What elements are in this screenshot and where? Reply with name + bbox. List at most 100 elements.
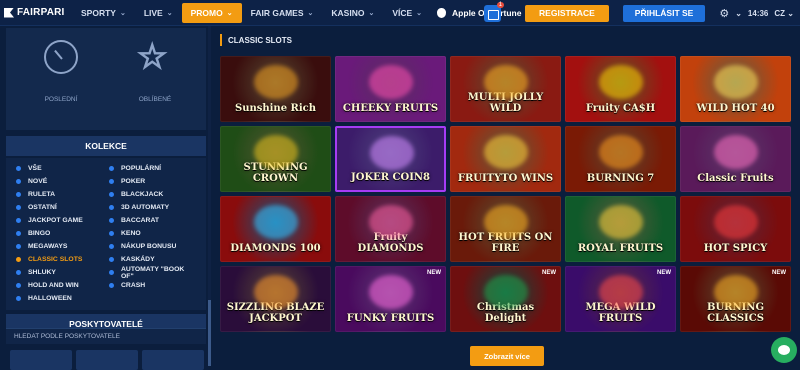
chat-bubble-icon[interactable] [771, 337, 797, 363]
collection-item[interactable]: CRASH [101, 279, 196, 292]
game-tile[interactable]: CHEEKY FRUITS [335, 56, 446, 122]
logo-text: FAIRPARI [17, 7, 65, 18]
collection-label: HALLOWEEN [28, 295, 72, 302]
collection-item[interactable]: POKER [101, 175, 196, 188]
provider-search[interactable]: HLEDAT PODLE POSKYTOVATELE [6, 328, 206, 344]
game-tile[interactable]: Sunshine Rich [220, 56, 331, 122]
game-artwork [254, 275, 298, 309]
collection-label: POPULÁRNÍ [121, 165, 162, 172]
logo-mark-icon [4, 7, 14, 18]
game-tile[interactable]: Fruity CA$H [565, 56, 676, 122]
bullet-icon [109, 270, 114, 275]
collection-item[interactable]: VŠE [8, 162, 103, 175]
game-artwork [484, 205, 528, 239]
game-artwork [714, 205, 758, 239]
gift-badge: 1 [496, 1, 505, 8]
bullet-icon [16, 218, 21, 223]
game-artwork [369, 205, 413, 239]
game-title: Fruity CA$H [585, 102, 656, 114]
game-tile[interactable]: FUNKY FRUITS NEW [335, 266, 446, 332]
collection-item[interactable]: HOLD AND WIN [8, 279, 103, 292]
game-tile[interactable]: STUNNING CROWN [220, 126, 331, 192]
game-tile[interactable]: ROYAL FRUITS [565, 196, 676, 262]
bullet-icon [16, 244, 21, 249]
nav-item-live[interactable]: LIVE ⌄ [135, 3, 182, 23]
game-tile[interactable]: BURNING 7 [565, 126, 676, 192]
game-artwork [599, 65, 643, 99]
logo[interactable]: FAIRPARI [0, 7, 72, 18]
favorite-label: OBLÍBENÉ [138, 96, 172, 103]
collection-item[interactable]: KASKÁDY [101, 253, 196, 266]
collection-label: JACKPOT GAME [28, 217, 83, 224]
game-tile[interactable]: Fruity DIAMONDS [335, 196, 446, 262]
collection-item[interactable]: POPULÁRNÍ [101, 162, 196, 175]
collection-item[interactable]: RULETA [8, 188, 103, 201]
collection-item[interactable]: BACCARAT [101, 214, 196, 227]
show-more-button[interactable]: Zobrazit více [470, 346, 544, 366]
settings-gear-icon[interactable]: ⚙ [719, 7, 729, 20]
nav-label: SPORTY [81, 7, 116, 18]
provider-tile[interactable] [76, 350, 138, 370]
main-nav: SPORTY ⌄ LIVE ⌄ PROMO ⌄ FAIR GAMES ⌄ KASINO ⌄ VÍCE… [72, 0, 431, 26]
game-title: DIAMONDS 100 [230, 242, 321, 254]
game-tile[interactable]: SIZZLING BLAZE JACKPOT [220, 266, 331, 332]
game-tile[interactable]: BURNING CLASSICSNEW [680, 266, 791, 332]
provider-tile[interactable] [142, 350, 204, 370]
nav-item-sporty[interactable]: SPORTY ⌄ [72, 3, 135, 23]
collection-item[interactable]: HALLOWEEN [8, 292, 103, 305]
nav-item-více[interactable]: VÍCE ⌄ [383, 3, 431, 23]
game-artwork [369, 65, 413, 99]
game-tile[interactable]: MULTI JOLLY WILD [450, 56, 561, 122]
game-tile[interactable]: JOKER COIN8 [335, 126, 446, 192]
game-tile[interactable]: WILD HOT 40 [680, 56, 791, 122]
language-select[interactable]: CZ ⌄ [774, 9, 794, 18]
game-title: FRUITYTO WINS [457, 172, 554, 184]
nav-item-fair-games[interactable]: FAIR GAMES ⌄ [242, 3, 323, 23]
collections-column-left: VŠE NOVÉ RULETA OSTATNÍ JACKPOT GAME BINGO MEG… [8, 162, 103, 305]
nav-item-kasino[interactable]: KASINO ⌄ [322, 3, 383, 23]
game-tile[interactable]: Christmas DelightNEW [450, 266, 561, 332]
collection-item[interactable]: NÁKUP BONUSU [101, 240, 196, 253]
section-title: CLASSIC SLOTS [220, 34, 292, 46]
game-artwork [370, 136, 414, 170]
game-tile[interactable]: HOT FRUITS ON FIRE [450, 196, 561, 262]
collection-item[interactable]: JACKPOT GAME [8, 214, 103, 227]
collection-label: KASKÁDY [121, 256, 155, 263]
collection-item[interactable]: CLASSIC SLOTS [8, 253, 103, 266]
bullet-icon [16, 296, 21, 301]
login-button[interactable]: PŘIHLÁSIT SE [622, 4, 706, 22]
collection-label: MEGAWAYS [28, 243, 68, 250]
bullet-icon [109, 166, 114, 171]
gift-icon[interactable]: 1 [484, 1, 505, 22]
chevron-down-icon: ⌄ [368, 9, 375, 17]
collection-item[interactable]: KENO [101, 227, 196, 240]
game-title: HOT SPICY [703, 242, 768, 254]
game-tile[interactable]: DIAMONDS 100 [220, 196, 331, 262]
sidebar-scroll-thumb[interactable] [208, 300, 211, 366]
game-tile[interactable]: HOT SPICY [680, 196, 791, 262]
chevron-down-icon: ⌄ [307, 9, 314, 17]
game-title: Classic Fruits [697, 172, 774, 184]
collection-item[interactable]: BINGO [8, 227, 103, 240]
game-tile[interactable]: Classic Fruits [680, 126, 791, 192]
collection-label: 3D AUTOMATY [121, 204, 170, 211]
collection-item[interactable]: BLACKJACK [101, 188, 196, 201]
game-title: FUNKY FRUITS [346, 312, 435, 324]
collection-item[interactable]: AUTOMATY "BOOK OF" [101, 266, 196, 280]
nav-label: LIVE [143, 7, 163, 18]
new-badge: NEW [427, 270, 441, 276]
collection-item[interactable]: OSTATNÍ [8, 201, 103, 214]
register-button[interactable]: REGISTRACE [525, 4, 609, 22]
collection-item[interactable]: NOVÉ [8, 175, 103, 188]
bullet-icon [16, 166, 21, 171]
collection-item[interactable]: 3D AUTOMATY [101, 201, 196, 214]
game-tile[interactable]: FRUITYTO WINS [450, 126, 561, 192]
bullet-icon [109, 244, 114, 249]
collection-item[interactable]: MEGAWAYS [8, 240, 103, 253]
collection-item[interactable]: SHLUKY [8, 266, 103, 279]
bullet-icon [109, 218, 114, 223]
game-tile[interactable]: MEGA WILD FRUITS NEW [565, 266, 676, 332]
nav-item-promo[interactable]: PROMO ⌄ [181, 2, 242, 23]
provider-tile[interactable] [10, 350, 72, 370]
settings-chevron-down-icon[interactable]: ⌄ [735, 9, 742, 18]
